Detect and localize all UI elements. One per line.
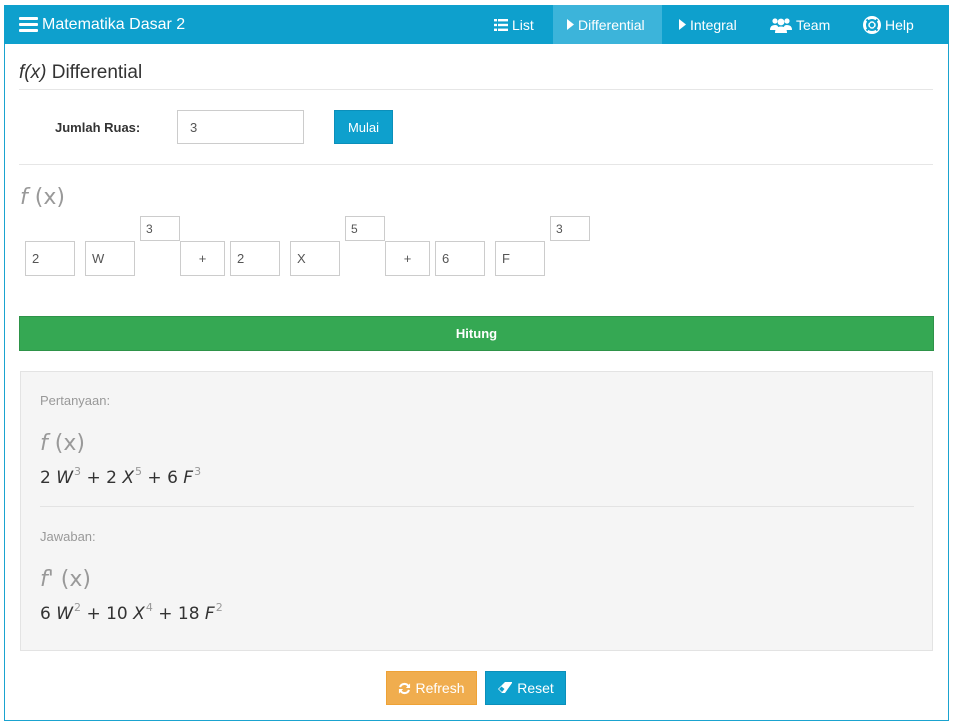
refresh-label: Refresh [415, 680, 465, 696]
answer-fx: f' (x) [40, 567, 91, 592]
var-input-3[interactable] [495, 241, 545, 276]
mulai-button[interactable]: Mulai [334, 110, 393, 144]
term-coef: 2 [106, 468, 117, 488]
navbar: Matematika Dasar 2 List Differential Int… [4, 5, 949, 44]
brand[interactable]: Matematika Dasar 2 [19, 5, 185, 44]
term-coef: 6 [167, 468, 178, 488]
term-op: + [147, 468, 162, 488]
term-exp: 5 [135, 465, 142, 478]
nav-item-differential[interactable]: Differential [553, 5, 662, 44]
term-var: X [122, 468, 134, 488]
answer-expression: 6 W2 + 10 X4 + 18 F2 [40, 601, 223, 624]
divider [40, 506, 914, 507]
equation-heading: f (x) [20, 185, 65, 210]
term-coef: 10 [106, 604, 128, 624]
term-op: + [158, 604, 173, 624]
exp-input-2[interactable] [345, 216, 385, 241]
nav-label: Integral [690, 16, 737, 33]
ruas-input[interactable] [177, 110, 304, 144]
term-op: + [86, 468, 101, 488]
play-icon [567, 19, 574, 30]
term-var: F [183, 468, 194, 488]
question-expression: 2 W3 + 2 X5 + 6 F3 [40, 465, 201, 488]
coef-input-2[interactable] [230, 241, 280, 276]
nav-item-help[interactable]: Help [863, 5, 914, 44]
app-title: Matematika Dasar 2 [42, 15, 186, 33]
operator-1[interactable]: + [180, 241, 225, 276]
refresh-button[interactable]: Refresh [386, 671, 477, 705]
coef-input-3[interactable] [435, 241, 485, 276]
ruas-label: Jumlah Ruas: [55, 120, 141, 135]
question-f: f [40, 431, 48, 456]
question-fx: f (x) [40, 431, 85, 456]
term-exp: 3 [194, 465, 202, 478]
term-var: F [204, 604, 215, 624]
coef-input-1[interactable] [25, 241, 75, 276]
term-exp: 2 [215, 601, 223, 614]
nav-label: Differential [578, 16, 645, 33]
page-title-fx: f(x) [19, 62, 47, 83]
term-coef: 18 [177, 604, 200, 624]
hamburger-menu-icon[interactable] [19, 17, 38, 32]
question-x: (x) [54, 431, 85, 456]
answer-x: (x) [60, 567, 91, 592]
reset-button[interactable]: Reset [485, 671, 566, 705]
divider [19, 164, 933, 165]
refresh-icon [398, 682, 411, 695]
nav-label: Team [796, 16, 831, 33]
nav-item-list[interactable]: List [494, 5, 534, 44]
heading-f: f [20, 185, 28, 210]
term-op: + [86, 604, 101, 624]
divider [19, 89, 933, 90]
exp-input-3[interactable] [550, 216, 590, 241]
term-var: W [56, 468, 74, 488]
term-var: X [133, 604, 145, 624]
list-icon [494, 18, 508, 31]
nav-label: List [512, 16, 534, 33]
answer-f: f' [40, 567, 54, 592]
heading-x: (x) [34, 185, 65, 210]
nav-label: Help [885, 16, 914, 33]
nav-item-team[interactable]: Team [770, 5, 830, 44]
users-icon [770, 17, 792, 33]
question-label: Pertanyaan: [40, 393, 111, 408]
term-exp: 2 [74, 601, 82, 614]
term-coef: 6 [40, 604, 51, 624]
operator-2[interactable]: + [385, 241, 430, 276]
term-var: W [56, 604, 74, 624]
nav-item-integral[interactable]: Integral [679, 5, 737, 44]
result-panel: Pertanyaan: f (x) 2 W3 + 2 X5 + 6 F3 Jaw… [20, 371, 933, 651]
lifebuoy-icon [863, 15, 881, 34]
exp-input-1[interactable] [140, 216, 180, 241]
term-exp: 3 [74, 465, 82, 478]
page-title-text: Differential [51, 62, 143, 83]
eraser-icon [497, 682, 513, 694]
var-input-2[interactable] [290, 241, 340, 276]
hitung-button[interactable]: Hitung [19, 316, 934, 351]
term-coef: 2 [40, 468, 51, 488]
term-exp: 4 [145, 601, 153, 614]
play-icon [679, 19, 686, 30]
page-title: f(x) Differential [19, 62, 142, 84]
var-input-1[interactable] [85, 241, 135, 276]
answer-label: Jawaban: [40, 529, 96, 544]
reset-label: Reset [517, 680, 554, 696]
